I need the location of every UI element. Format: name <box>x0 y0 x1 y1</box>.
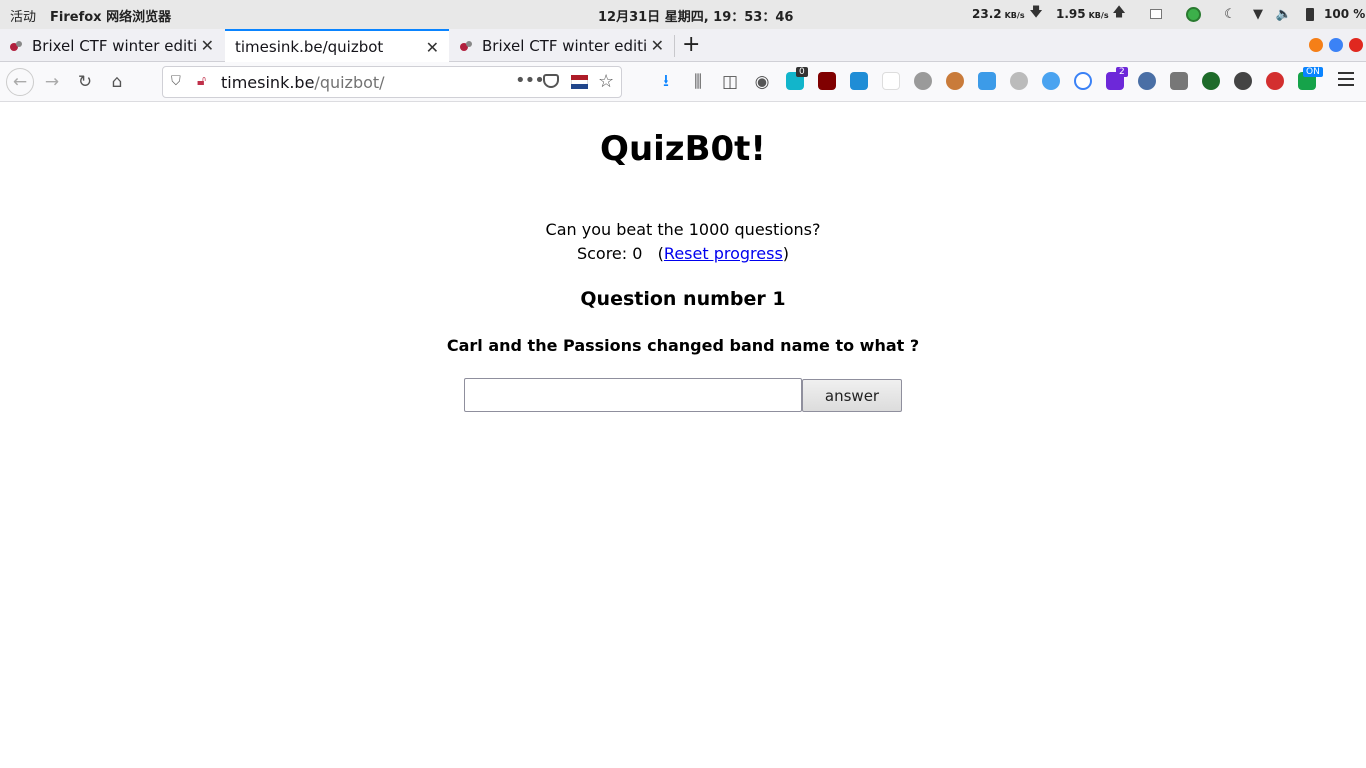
close-icon[interactable]: ✕ <box>651 36 664 55</box>
download-arrow-icon: 🡇 <box>1029 5 1043 20</box>
back-arrow-icon[interactable]: ← <box>6 68 34 96</box>
navigation-toolbar: ← → ↻ ⌂ ⛉ 🔓︎ timesink.be/quizbot/ ••• ☆ … <box>0 62 1366 102</box>
page-content: QuizB0t! Can you beat the 1000 questions… <box>0 103 1366 768</box>
insecure-lock-icon[interactable]: 🔓︎ <box>197 73 206 89</box>
battery-percentage: 100 % <box>1324 7 1366 21</box>
answer-button[interactable]: answer <box>802 379 902 412</box>
score-label: Score: 0 <box>576 244 643 263</box>
upload-arrow-icon: 🡅 <box>1112 5 1126 20</box>
library-icon[interactable]: ⫼ <box>684 68 712 96</box>
upload-speed: 1.95 KB/s <box>1056 7 1109 21</box>
extension-s-blue-icon[interactable] <box>850 72 868 90</box>
brixel-favicon-icon <box>10 40 24 51</box>
tracking-shield-icon[interactable]: ⛉ <box>171 74 181 89</box>
tray-app-icon[interactable] <box>1185 6 1201 22</box>
extension-bug-icon[interactable] <box>1042 72 1060 90</box>
netherlands-flag-icon[interactable] <box>571 75 588 89</box>
extension-badge: 2 <box>1116 67 1128 77</box>
clock[interactable]: 12月31日 星期四, 19：53：46 <box>598 6 793 25</box>
tab-brixel-1[interactable]: Brixel CTF winter edition ✕ <box>0 29 224 62</box>
forward-arrow-icon[interactable]: → <box>38 68 66 96</box>
score-line: Score: 0 (Reset progress) <box>576 244 790 263</box>
extension-gray-icon[interactable] <box>1170 72 1188 90</box>
extension-circle-icon[interactable] <box>1010 72 1028 90</box>
tab-quizbot[interactable]: timesink.be/quizbot ✕ <box>225 29 449 62</box>
tab-brixel-2[interactable]: Brixel CTF winter edition ✕ <box>450 29 674 62</box>
tab-separator <box>674 35 675 57</box>
download-speed: 23.2 KB/s <box>972 7 1025 21</box>
menu-hamburger-icon[interactable] <box>1338 72 1354 90</box>
account-icon[interactable]: ◉ <box>748 68 776 96</box>
intro-text: Can you beat the 1000 questions? <box>545 220 821 239</box>
extension-s-red-icon[interactable] <box>882 72 900 90</box>
url-bar[interactable]: ⛉ 🔓︎ timesink.be/quizbot/ ••• ☆ <box>162 66 622 98</box>
extension-green-icon[interactable] <box>1202 72 1220 90</box>
night-light-icon: ☾ <box>1224 6 1236 22</box>
close-icon[interactable]: ✕ <box>426 38 439 57</box>
home-icon[interactable]: ⌂ <box>103 68 131 96</box>
battery-icon[interactable] <box>1302 6 1318 22</box>
page-title: QuizB0t! <box>600 129 766 169</box>
new-tab-plus-icon[interactable]: + <box>682 32 700 57</box>
wifi-icon[interactable]: ▼ <box>1250 6 1266 22</box>
url-text[interactable]: timesink.be/quizbot/ <box>221 73 385 92</box>
extension-dark-icon[interactable] <box>1234 72 1252 90</box>
brixel-favicon-icon <box>460 40 474 51</box>
activities-button[interactable]: 活动 <box>10 6 36 25</box>
answer-input[interactable] <box>464 378 802 412</box>
minimize-button[interactable] <box>1309 38 1323 52</box>
extension-badge: 0 <box>796 67 808 77</box>
extension-cookie-icon[interactable] <box>946 72 964 90</box>
ublock-origin-icon[interactable] <box>818 72 836 90</box>
pocket-icon[interactable] <box>543 74 559 88</box>
system-top-bar: 活动 Firefox 网络浏览器 12月31日 星期四, 19：53：46 23… <box>0 0 1366 29</box>
tab-title: Brixel CTF winter edition <box>32 36 197 55</box>
downloads-icon[interactable]: ⭳ <box>652 68 680 96</box>
question-heading: Question number 1 <box>580 288 786 310</box>
close-icon[interactable]: ✕ <box>201 36 214 55</box>
close-window-button[interactable] <box>1349 38 1363 52</box>
tab-title: Brixel CTF winter edition <box>482 36 647 55</box>
extension-badge: ON <box>1303 67 1323 77</box>
page-actions-icon[interactable]: ••• <box>515 70 545 91</box>
bookmark-star-icon[interactable]: ☆ <box>598 71 614 92</box>
question-text: Carl and the Passions changed band name … <box>446 336 920 355</box>
extension-puzzle-icon[interactable] <box>914 72 932 90</box>
app-menu[interactable]: Firefox 网络浏览器 <box>50 6 171 25</box>
extension-pin-icon[interactable] <box>1074 72 1092 90</box>
tab-strip: Brixel CTF winter edition ✕ timesink.be/… <box>0 29 1366 62</box>
sidebar-icon[interactable]: ◫ <box>716 68 744 96</box>
volume-icon[interactable]: 🔈 <box>1276 6 1292 22</box>
extension-globe-icon[interactable] <box>1138 72 1156 90</box>
reset-progress-link[interactable]: Reset progress <box>664 244 783 263</box>
maximize-button[interactable] <box>1329 38 1343 52</box>
extension-red-icon[interactable] <box>1266 72 1284 90</box>
extension-document-icon[interactable] <box>978 72 996 90</box>
reload-icon[interactable]: ↻ <box>71 68 99 96</box>
tab-title: timesink.be/quizbot <box>235 37 384 56</box>
tray-window-icon[interactable] <box>1148 6 1164 22</box>
